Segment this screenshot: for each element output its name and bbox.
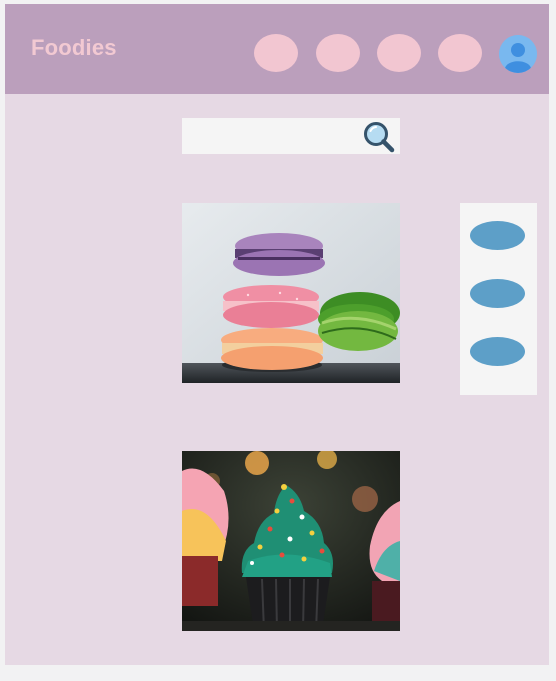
- nav-item-1[interactable]: [254, 34, 298, 72]
- macarons-photo[interactable]: [182, 203, 400, 383]
- search-box: [182, 118, 400, 154]
- nav-item-2[interactable]: [316, 34, 360, 72]
- cupcakes-image: [182, 451, 400, 631]
- side-panel: [460, 203, 537, 395]
- user-avatar-icon[interactable]: [499, 35, 537, 73]
- nav-item-3[interactable]: [377, 34, 421, 72]
- side-button-3[interactable]: [470, 337, 525, 366]
- app-frame: Foodies: [5, 4, 549, 665]
- brand-logo[interactable]: Foodies: [31, 35, 117, 61]
- header-bar: Foodies: [5, 4, 549, 94]
- macarons-image: [182, 203, 400, 383]
- user-avatar-glyph: [499, 35, 537, 73]
- cupcakes-photo[interactable]: [182, 451, 400, 631]
- nav-item-4[interactable]: [438, 34, 482, 72]
- magnifier-icon[interactable]: [362, 120, 396, 154]
- side-button-1[interactable]: [470, 221, 525, 250]
- search-input[interactable]: [182, 118, 362, 154]
- side-button-2[interactable]: [470, 279, 525, 308]
